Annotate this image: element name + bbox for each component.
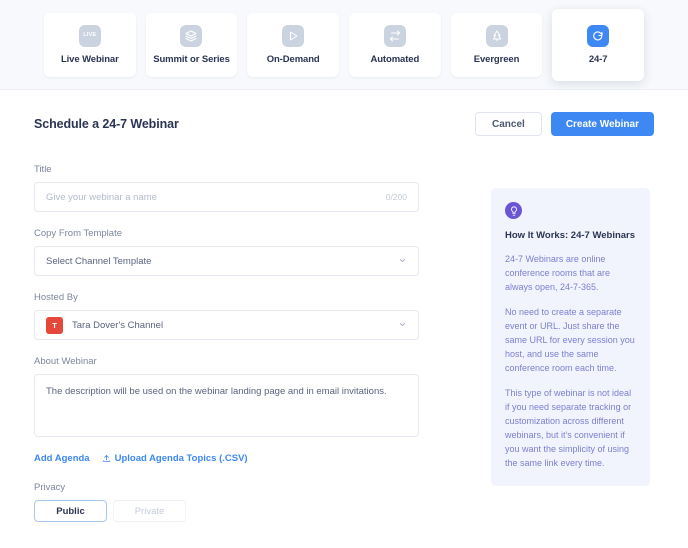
title-input[interactable]: Give your webinar a name 0/200 bbox=[34, 182, 419, 212]
tab-automated[interactable]: Automated bbox=[349, 12, 441, 77]
hosted-by-value: Tara Dover's Channel bbox=[72, 319, 164, 331]
title-char-counter: 0/200 bbox=[385, 192, 407, 202]
avatar: T bbox=[46, 316, 63, 334]
field-title: Title Give your webinar a name 0/200 bbox=[34, 164, 419, 212]
webinar-form: Title Give your webinar a name 0/200 Cop… bbox=[34, 142, 419, 538]
add-agenda-link[interactable]: Add Agenda bbox=[34, 453, 90, 464]
template-label: Copy From Template bbox=[34, 228, 122, 239]
swap-arrows-icon bbox=[383, 24, 406, 47]
field-hosted-by: Hosted By T Tara Dover's Channel bbox=[34, 292, 419, 340]
tab-evergreen[interactable]: Evergreen bbox=[450, 12, 543, 77]
info-title: How It Works: 24-7 Webinars bbox=[505, 230, 636, 241]
chevron-down-icon bbox=[398, 320, 407, 331]
tab-label: Live Webinar bbox=[60, 53, 119, 65]
cancel-button[interactable]: Cancel bbox=[475, 112, 542, 136]
tab-label: Summit or Series bbox=[153, 53, 230, 65]
sidebar-info: How It Works: 24-7 Webinars 24-7 Webinar… bbox=[419, 142, 654, 538]
field-about-webinar: About Webinar The description will be us… bbox=[34, 356, 419, 437]
privacy-public-button[interactable]: Public bbox=[34, 500, 107, 522]
upload-agenda-link[interactable]: Upload Agenda Topics (.CSV) bbox=[102, 453, 248, 464]
refresh-clock-icon bbox=[587, 24, 610, 47]
privacy-private-button[interactable]: Private bbox=[113, 500, 186, 522]
tab-24-7[interactable]: 24-7 bbox=[552, 8, 645, 81]
privacy-label: Privacy bbox=[34, 482, 66, 493]
content-columns: Title Give your webinar a name 0/200 Cop… bbox=[34, 142, 654, 538]
page-header: Schedule a 24-7 Webinar Cancel Create We… bbox=[34, 90, 654, 142]
hosted-by-label: Hosted By bbox=[34, 292, 78, 303]
webinar-type-tabstrip: LIVE Live Webinar Summit or Series On-De… bbox=[0, 0, 688, 90]
play-icon bbox=[282, 24, 305, 47]
tab-on-demand[interactable]: On-Demand bbox=[247, 12, 339, 77]
tab-live-webinar[interactable]: LIVE Live Webinar bbox=[43, 12, 136, 77]
webinar-scheduler-app: LIVE Live Webinar Summit or Series On-De… bbox=[0, 0, 688, 548]
info-paragraph: 24-7 Webinars are online conference room… bbox=[505, 254, 611, 293]
tab-label: 24-7 bbox=[588, 53, 608, 65]
agenda-actions: Add Agenda Upload Agenda Topics (.CSV) bbox=[34, 453, 419, 464]
privacy-toggle-group: Public Private bbox=[34, 500, 419, 522]
info-paragraph: This type of webinar is not ideal if you… bbox=[505, 387, 632, 468]
how-it-works-card: How It Works: 24-7 Webinars 24-7 Webinar… bbox=[491, 188, 650, 487]
page-title: Schedule a 24-7 Webinar bbox=[34, 117, 179, 131]
live-badge-icon: LIVE bbox=[78, 24, 101, 47]
upload-agenda-label: Upload Agenda Topics (.CSV) bbox=[114, 453, 248, 464]
header-actions: Cancel Create Webinar bbox=[475, 112, 654, 136]
tree-icon bbox=[485, 24, 508, 47]
chevron-down-icon bbox=[398, 256, 407, 267]
template-select[interactable]: Select Channel Template bbox=[34, 246, 419, 276]
layers-icon bbox=[180, 24, 203, 47]
info-paragraph: No need to create a separate event or UR… bbox=[505, 307, 635, 373]
create-webinar-button[interactable]: Create Webinar bbox=[550, 112, 654, 136]
field-copy-from-template: Copy From Template Select Channel Templa… bbox=[34, 228, 419, 276]
tab-label: Automated bbox=[370, 53, 420, 65]
lightbulb-icon bbox=[505, 202, 522, 219]
about-label: About Webinar bbox=[34, 356, 97, 367]
tab-label: On-Demand bbox=[266, 53, 320, 65]
title-placeholder: Give your webinar a name bbox=[46, 191, 157, 203]
page-body: Schedule a 24-7 Webinar Cancel Create We… bbox=[0, 90, 688, 548]
template-value: Select Channel Template bbox=[46, 255, 152, 267]
hosted-by-select[interactable]: T Tara Dover's Channel bbox=[34, 310, 419, 340]
title-label: Title bbox=[34, 164, 52, 175]
upload-icon bbox=[102, 454, 111, 463]
field-privacy: Privacy Public Private bbox=[34, 482, 419, 522]
tab-label: Evergreen bbox=[473, 53, 520, 65]
tab-summit-or-series[interactable]: Summit or Series bbox=[145, 12, 238, 77]
about-textarea[interactable]: The description will be used on the webi… bbox=[34, 374, 419, 437]
